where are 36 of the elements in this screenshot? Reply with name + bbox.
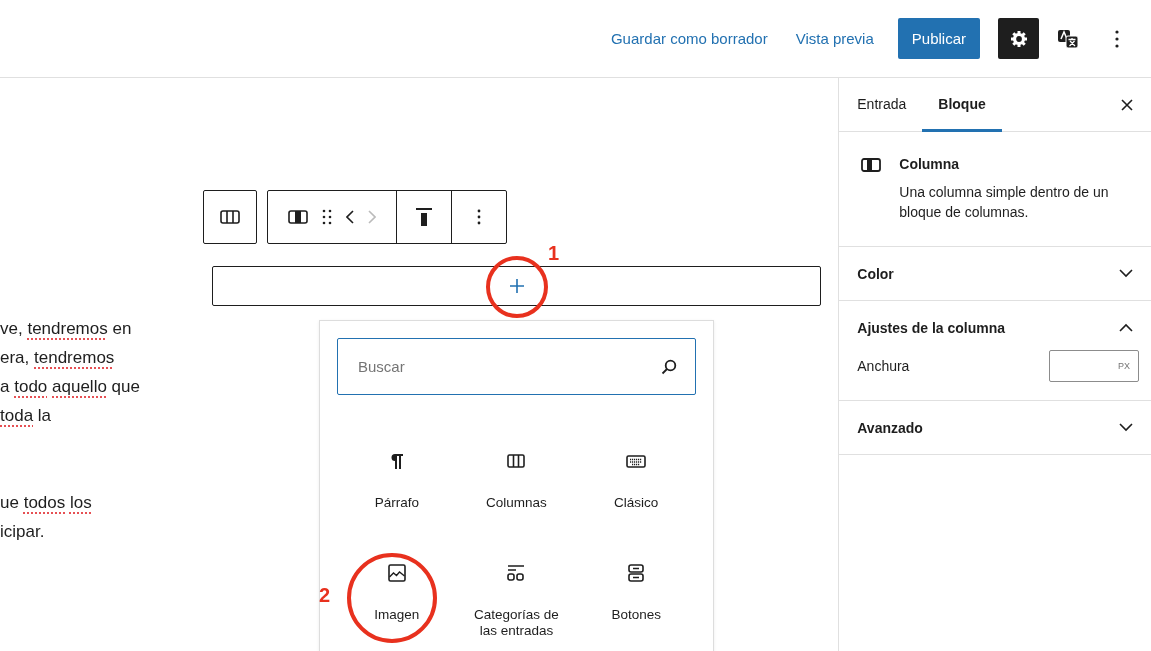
block-title: Columna xyxy=(899,156,961,172)
highlight-circle xyxy=(486,256,548,318)
header-link[interactable]: Vista previa xyxy=(785,20,884,57)
block-type-item[interactable]: Párrafo xyxy=(337,445,457,515)
sidebar-tab[interactable]: Bloque xyxy=(922,78,1002,132)
field-label: Anchura xyxy=(857,358,910,374)
search-field[interactable]: Buscar xyxy=(337,338,696,395)
publish-button[interactable]: Publicar xyxy=(897,18,980,59)
columns-icon xyxy=(220,210,240,224)
block-type-item[interactable]: Columnas xyxy=(456,445,577,515)
width-input[interactable]: PX xyxy=(1049,350,1139,382)
panel-header[interactable]: Color xyxy=(839,247,1151,300)
panel-header[interactable]: Avanzado xyxy=(839,401,1151,454)
search-icon xyxy=(661,358,677,375)
sidebar-tab[interactable]: Entrada xyxy=(841,78,923,132)
parent-block-button[interactable] xyxy=(203,190,257,244)
column-icon xyxy=(861,158,882,172)
step-number: 1 xyxy=(548,242,560,265)
paragraph-line: ve, tendremos en xyxy=(0,318,133,340)
more-options-icon xyxy=(477,209,481,225)
settings-button[interactable] xyxy=(998,18,1039,59)
block-description: Una columna simple dentro de un bloque de columnas. xyxy=(899,183,1110,222)
block-type-item[interactable]: Imagen xyxy=(337,557,457,643)
search-input[interactable]: Buscar xyxy=(356,357,661,376)
paragraph-line: era, tendremos xyxy=(0,347,116,369)
header-link[interactable]: Guardar como borrador xyxy=(600,20,778,57)
block-type-item[interactable]: Clásico xyxy=(576,445,696,515)
paragraph-line: ue todos los xyxy=(0,492,93,514)
step-number: 2 xyxy=(319,584,331,607)
block-type-item[interactable]: Botones xyxy=(576,557,696,643)
paragraph-line: icipar. xyxy=(0,521,46,543)
block-type-item[interactable]: Categorías de las entradas xyxy=(456,557,577,643)
paragraph-line: a todo aquello que xyxy=(0,376,141,398)
paragraph-line: toda la xyxy=(0,405,53,427)
gear-icon xyxy=(1008,28,1029,49)
align-top-icon xyxy=(416,208,432,226)
